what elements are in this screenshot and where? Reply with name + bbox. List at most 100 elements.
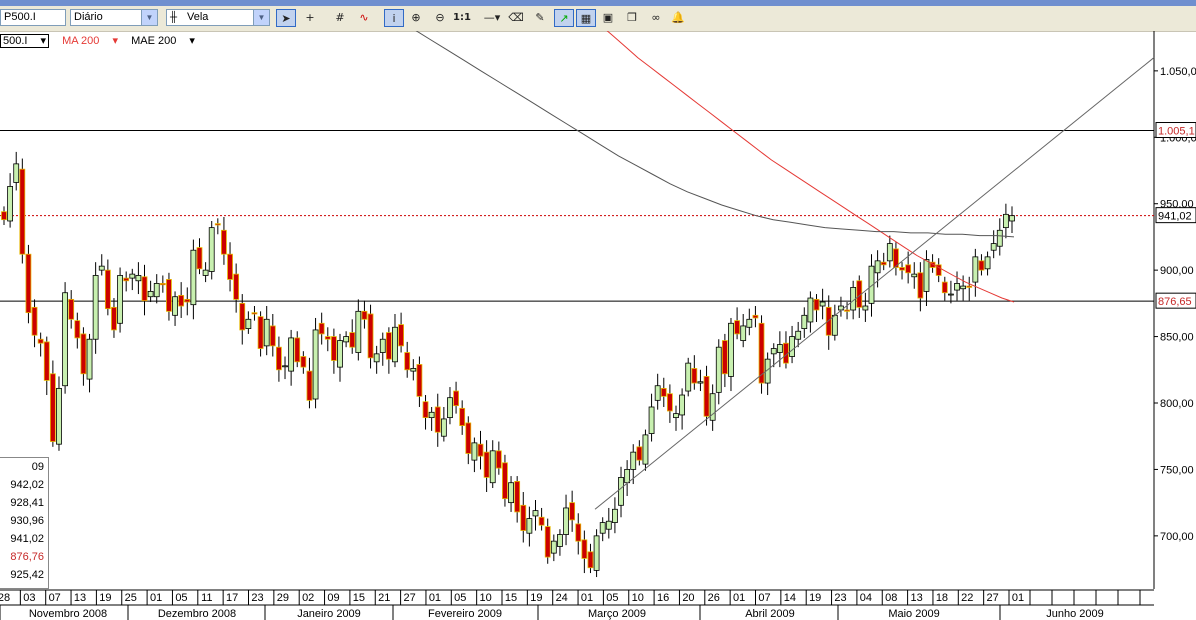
- legend-symbol[interactable]: 500.I ▾: [0, 34, 50, 48]
- candle-body: [862, 305, 869, 311]
- link-button[interactable]: ∞: [646, 9, 666, 27]
- crosshair-button[interactable]: +: [300, 9, 320, 27]
- style-combo[interactable]: ╫ Vela ▼: [166, 9, 270, 26]
- line-icon: —▾: [483, 11, 501, 24]
- month-label: Maio 2009: [888, 608, 939, 620]
- candle-body: [141, 276, 148, 302]
- x-tick-label: 10: [632, 592, 644, 604]
- candle-body: [697, 381, 704, 384]
- alert-button[interactable]: 🔔: [668, 9, 688, 27]
- x-tick-label: 11: [201, 592, 212, 604]
- x-tick-label: 15: [505, 592, 517, 604]
- candle-body: [37, 338, 44, 344]
- chevron-down-icon[interactable]: ▼: [141, 10, 157, 25]
- candle-body: [972, 256, 979, 283]
- legend-mae[interactable]: MAE 200 ▾: [131, 35, 195, 47]
- copy-icon: ❐: [627, 11, 637, 24]
- candle-body: [654, 385, 661, 401]
- zoom-out-button[interactable]: ⊖: [430, 9, 450, 27]
- candle-body: [526, 518, 533, 534]
- candle-body: [666, 393, 673, 412]
- info-button[interactable]: i: [384, 9, 404, 27]
- candle-body: [361, 310, 368, 320]
- zoom-reset-button[interactable]: 1:1: [452, 9, 472, 27]
- trend-grid-icon: ▦: [580, 12, 592, 25]
- cursor-icon: ➤: [281, 12, 291, 25]
- candle-body: [80, 333, 87, 375]
- candle-body: [337, 340, 343, 368]
- candle-body: [563, 507, 569, 535]
- candle-body: [172, 296, 178, 316]
- candle-body: [147, 290, 154, 298]
- candle-body: [92, 275, 99, 340]
- candle-body: [624, 469, 631, 484]
- x-tick-label: 05: [175, 592, 187, 604]
- candle-body: [355, 310, 362, 353]
- candle-body: [996, 229, 1003, 247]
- x-tick-label: 01: [581, 592, 593, 604]
- zoom-in-button[interactable]: ⊕: [406, 9, 426, 27]
- grid-button[interactable]: #: [330, 9, 350, 27]
- legend-ma[interactable]: MA 200 ▾: [62, 35, 118, 47]
- price-tag-label: 876,65: [1158, 296, 1192, 308]
- price-chart[interactable]: 700,00750,00800,00850,00900,00950,001.00…: [0, 31, 1196, 620]
- legend-symbol-label: 500.I: [3, 35, 28, 47]
- x-tick-label: 15: [353, 592, 365, 604]
- candle-body: [465, 422, 472, 454]
- save-button[interactable]: ▣: [598, 9, 618, 27]
- month-label: Junho 2009: [1046, 608, 1104, 620]
- candle-body: [801, 314, 808, 330]
- candle-body: [214, 223, 221, 226]
- candle-body: [239, 302, 246, 331]
- candle-body: [349, 332, 356, 348]
- candle-body: [245, 318, 252, 329]
- candle-body: [636, 446, 643, 461]
- candle-body: [190, 249, 197, 306]
- candle-body: [728, 322, 734, 377]
- y-tick-label: 900,00: [1160, 265, 1194, 277]
- chevron-down-icon[interactable]: ▼: [253, 10, 269, 25]
- y-tick-label: 1.050,00: [1160, 66, 1196, 78]
- candle-body: [251, 312, 258, 315]
- candle-body: [294, 337, 301, 363]
- candle-body: [392, 326, 398, 363]
- candle-body: [184, 298, 191, 303]
- mae-200-line: [415, 31, 1015, 238]
- trend-up-button[interactable]: ↗: [554, 9, 574, 27]
- chart-toolbar: P500.I Diário ▼ ╫ Vela ▼ ➤ + # ∿ i ⊕ ⊖ 1…: [0, 6, 1196, 32]
- candle-body: [49, 373, 56, 442]
- x-tick-label: 27: [987, 592, 999, 604]
- candle-body: [166, 279, 172, 312]
- candle-body: [538, 516, 545, 526]
- draw-button[interactable]: ✎: [530, 9, 550, 27]
- candle-body: [422, 401, 429, 419]
- candle-body: [379, 338, 386, 353]
- candle-body: [715, 346, 722, 393]
- symbol-combo[interactable]: P500.I: [0, 9, 66, 26]
- x-tick-label: 09: [327, 592, 339, 604]
- candle-body: [440, 418, 447, 437]
- y-tick-label: 700,00: [1160, 531, 1194, 543]
- candle-body: [984, 256, 991, 270]
- line-button[interactable]: —▾: [478, 9, 506, 27]
- candle-body: [813, 298, 820, 311]
- data-window-value: 925,42: [10, 569, 44, 581]
- candle-body: [447, 397, 453, 419]
- data-window: 09 942,02 928,41 930,96 941,02 876,76 925,42: [0, 457, 49, 589]
- trend-grid-button[interactable]: ▦: [576, 9, 596, 27]
- data-window-value: 930,96: [10, 515, 44, 527]
- indicator-button[interactable]: ∿: [354, 9, 374, 27]
- copy-button[interactable]: ❐: [622, 9, 642, 27]
- x-tick-label: 16: [657, 592, 669, 604]
- symbol-value: P500.I: [4, 11, 36, 23]
- cursor-button[interactable]: ➤: [276, 9, 296, 27]
- candle-body: [25, 253, 32, 314]
- period-combo[interactable]: Diário ▼: [70, 9, 158, 26]
- candle-body: [978, 260, 985, 271]
- candle-body: [752, 314, 759, 319]
- candle-body: [178, 294, 185, 307]
- eraser-button[interactable]: ⌫: [506, 9, 526, 27]
- candle-body: [135, 275, 142, 282]
- x-tick-label: 19: [530, 592, 542, 604]
- candle-body: [880, 261, 887, 266]
